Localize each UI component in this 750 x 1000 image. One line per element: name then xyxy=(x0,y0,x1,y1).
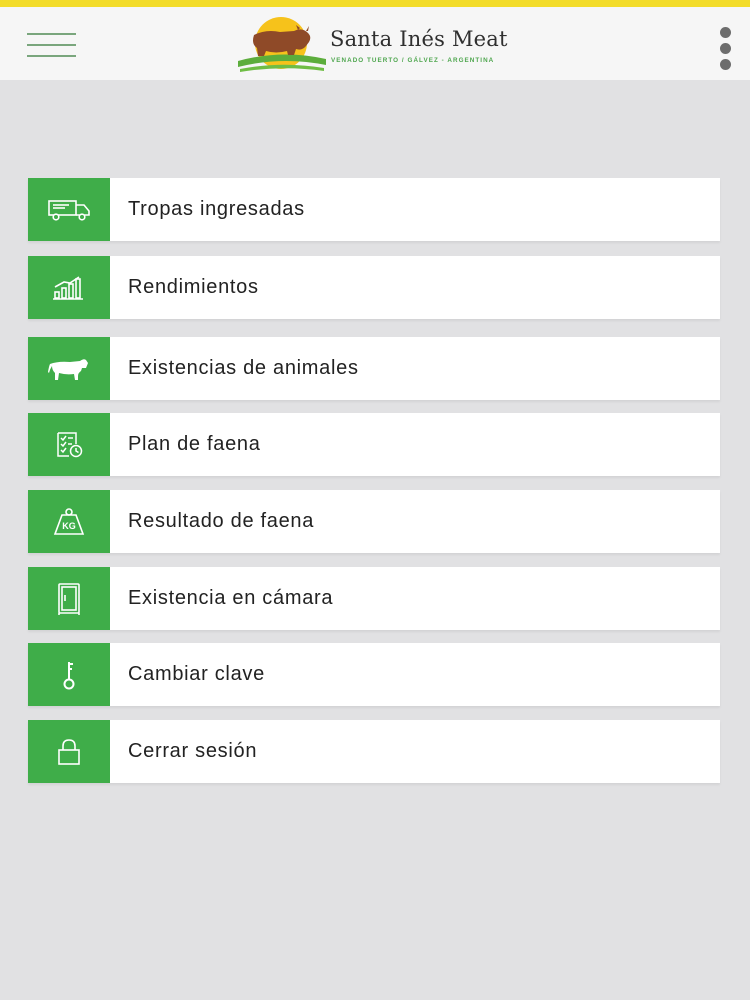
menu-item-rendimientos[interactable]: Rendimientos xyxy=(28,256,720,319)
menu-item-plan-de-faena[interactable]: Plan de faena xyxy=(28,413,720,476)
menu-item-label: Cambiar clave xyxy=(128,663,265,685)
checklist-clock-icon xyxy=(57,431,83,457)
brand-name: Santa Inés Meat xyxy=(330,27,508,51)
menu-item-cambiar-clave[interactable]: Cambiar clave xyxy=(28,643,720,706)
refrigerator-icon xyxy=(58,582,80,615)
sun-cow-logo-icon xyxy=(238,17,326,72)
menu-item-label: Resultado de faena xyxy=(128,510,315,532)
menu-item-cerrar-sesion[interactable]: Cerrar sesión xyxy=(28,720,720,783)
menu-item-existencia-en-camara[interactable]: Existencia en cámara xyxy=(28,567,720,630)
cow-icon xyxy=(48,358,88,380)
brand-logo: Santa Inés Meat VENADO TUERTO / GÁLVEZ -… xyxy=(236,15,526,77)
menu-item-resultado-de-faena[interactable]: KG Resultado de faena xyxy=(28,490,720,553)
padlock-icon xyxy=(58,738,80,765)
menu-item-label: Rendimientos xyxy=(128,276,259,298)
truck-icon xyxy=(48,199,90,221)
brand-subtitle: VENADO TUERTO / GÁLVEZ - ARGENTINA xyxy=(331,57,495,64)
menu-item-label: Existencias de animales xyxy=(128,357,359,379)
kg-weight-icon: KG xyxy=(53,507,85,535)
menu-item-label: Existencia en cámara xyxy=(128,587,334,609)
svg-text:KG: KG xyxy=(62,521,76,531)
app-header: Santa Inés Meat VENADO TUERTO / GÁLVEZ -… xyxy=(0,7,750,80)
menu-item-existencias-de-animales[interactable]: Existencias de animales xyxy=(28,337,720,400)
hamburger-menu-icon[interactable] xyxy=(27,33,76,59)
menu-item-label: Cerrar sesión xyxy=(128,740,258,762)
key-icon xyxy=(63,661,75,689)
menu-item-label: Plan de faena xyxy=(128,433,261,455)
bar-chart-icon xyxy=(53,275,83,300)
more-options-icon[interactable] xyxy=(716,27,736,73)
top-accent-bar xyxy=(0,0,750,7)
menu-item-label: Tropas ingresadas xyxy=(128,198,305,220)
menu-item-tropas-ingresadas[interactable]: Tropas ingresadas xyxy=(28,178,720,241)
